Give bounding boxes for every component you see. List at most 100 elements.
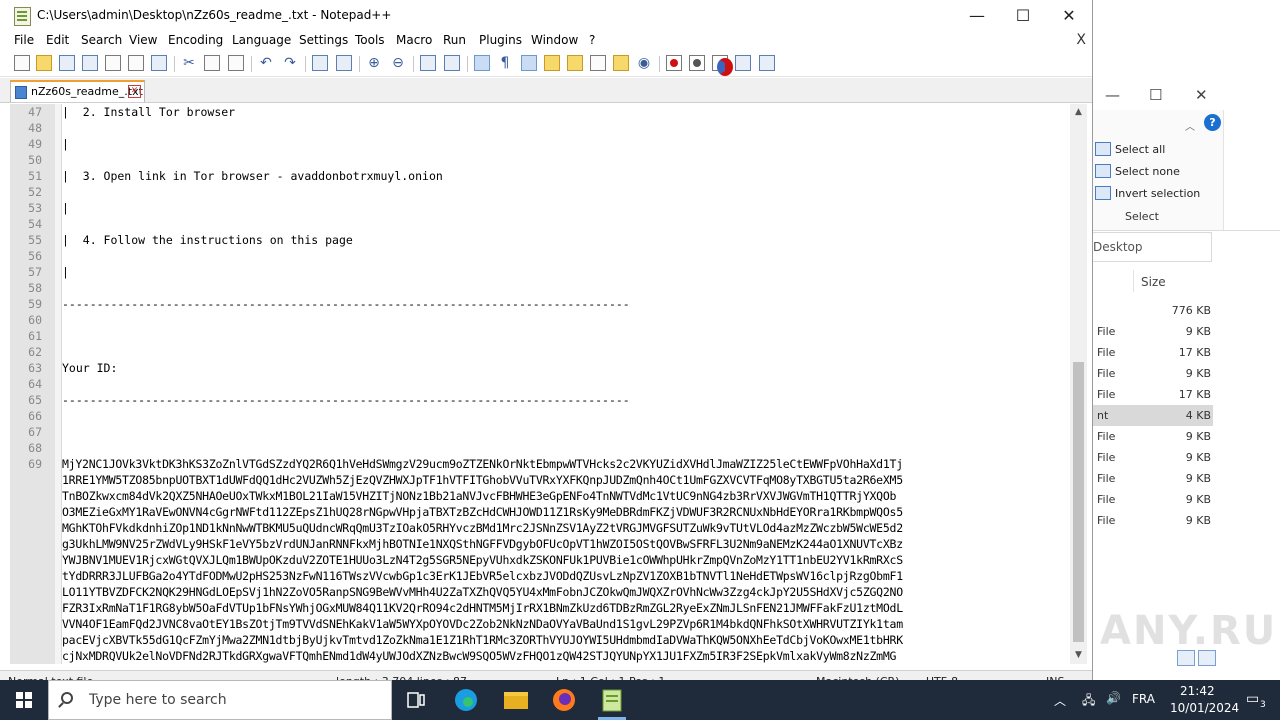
menu-encoding[interactable]: Encoding xyxy=(168,33,223,47)
open-file-icon[interactable] xyxy=(36,55,52,71)
file-row[interactable]: File 17 KB xyxy=(1093,384,1213,405)
column-header-size[interactable]: Size xyxy=(1141,275,1166,289)
clock-date[interactable]: 10/01/2024 xyxy=(1170,701,1239,715)
editor-content[interactable]: | 2. Install Tor browser | | 3. Open link … xyxy=(62,104,1074,664)
file-type: File xyxy=(1097,451,1116,464)
menu-search[interactable]: Search xyxy=(81,33,122,47)
redo-icon[interactable]: ↷ xyxy=(282,55,298,71)
minimize-button[interactable]: — xyxy=(954,0,1000,31)
taskbar-search-box[interactable]: Type here to search xyxy=(48,680,392,720)
menu-plugins[interactable]: Plugins xyxy=(479,33,522,47)
function-list-icon[interactable] xyxy=(590,55,606,71)
indent-guide-icon[interactable] xyxy=(521,55,537,71)
file-row[interactable]: File 9 KB xyxy=(1093,489,1213,510)
id-text-line: O3MEZieGxMY1RaVEwONVN4cGgrNWFtd112ZEpsZ1… xyxy=(62,505,903,519)
file-size: 9 KB xyxy=(1185,430,1211,443)
save-macro-icon[interactable] xyxy=(759,55,775,71)
sync-vertical-icon[interactable] xyxy=(420,55,436,71)
firefox-icon[interactable] xyxy=(544,684,584,716)
code-line: | 4. Follow the instructions on this pag… xyxy=(62,233,353,247)
close-file-icon[interactable] xyxy=(105,55,121,71)
network-icon[interactable]: 🖧 xyxy=(1082,691,1095,712)
invert-selection-button[interactable]: Invert selection xyxy=(1095,186,1200,200)
file-row[interactable]: File 9 KB xyxy=(1093,447,1213,468)
select-none-button[interactable]: Select none xyxy=(1095,164,1180,178)
file-row[interactable]: File 9 KB xyxy=(1093,321,1213,342)
collapse-ribbon-chevron-icon[interactable]: ︿ xyxy=(1185,118,1195,133)
zoom-out-icon[interactable]: ⊖ xyxy=(390,55,406,71)
replace-icon[interactable] xyxy=(336,55,352,71)
doc-map-icon[interactable] xyxy=(567,55,583,71)
scroll-down-icon[interactable]: ▼ xyxy=(1070,647,1087,664)
find-icon[interactable] xyxy=(312,55,328,71)
file-row[interactable]: File 9 KB xyxy=(1093,510,1213,531)
zoom-in-icon[interactable]: ⊕ xyxy=(366,55,382,71)
select-all-button[interactable]: Select all xyxy=(1095,142,1165,156)
save-icon[interactable] xyxy=(59,55,75,71)
start-button[interactable] xyxy=(0,680,48,720)
menu-window[interactable]: Window xyxy=(531,33,578,47)
udl-icon[interactable] xyxy=(544,55,560,71)
show-hidden-icons-chevron-icon[interactable]: ︿ xyxy=(1054,692,1066,709)
file-type: File xyxy=(1097,388,1116,401)
file-row[interactable]: nt 4 KB xyxy=(1093,405,1213,426)
task-view-icon[interactable] xyxy=(396,684,436,716)
stop-recording-icon[interactable] xyxy=(689,55,705,71)
monitoring-eye-icon[interactable]: ◉ xyxy=(636,55,652,71)
menu-view[interactable]: View xyxy=(129,33,157,47)
line-number: 65 xyxy=(28,393,42,407)
notepadpp-taskbar-icon[interactable] xyxy=(592,684,632,720)
copy-icon[interactable] xyxy=(204,55,220,71)
close-document-button[interactable]: X xyxy=(1076,32,1086,48)
file-explorer-icon[interactable] xyxy=(496,684,536,716)
record-macro-icon[interactable] xyxy=(666,55,682,71)
scroll-up-icon[interactable]: ▲ xyxy=(1070,104,1087,121)
edge-browser-icon[interactable] xyxy=(446,684,486,716)
close-all-icon[interactable] xyxy=(128,55,144,71)
playback-macro-icon[interactable] xyxy=(712,55,733,76)
menu-file[interactable]: File xyxy=(14,33,34,47)
volume-icon[interactable]: 🔊 xyxy=(1106,691,1121,705)
menu-language[interactable]: Language xyxy=(232,33,291,47)
close-tab-icon[interactable]: ✕ xyxy=(128,85,141,98)
vertical-scrollbar[interactable]: ▲ ▼ xyxy=(1070,104,1087,664)
file-row[interactable]: File 17 KB xyxy=(1093,342,1213,363)
tab-readme-file[interactable]: nZz60s_readme_.txt ✕ xyxy=(10,80,145,102)
sync-horizontal-icon[interactable] xyxy=(444,55,460,71)
address-bar[interactable]: Desktop xyxy=(1093,232,1212,262)
notification-center-icon[interactable]: ▭ xyxy=(1246,691,1259,707)
run-macro-multiple-icon[interactable] xyxy=(735,55,751,71)
paste-icon[interactable] xyxy=(228,55,244,71)
input-language[interactable]: FRA xyxy=(1132,692,1155,706)
save-all-icon[interactable] xyxy=(82,55,98,71)
id-text-line: VVN4OF1EamFQd2JVNC8vaOtEY1BsZOtjTm9TVVdS… xyxy=(62,617,903,631)
file-row[interactable]: 776 KB xyxy=(1093,300,1213,321)
help-icon[interactable]: ? xyxy=(1204,114,1221,131)
cut-icon[interactable]: ✂ xyxy=(181,55,197,71)
undo-icon[interactable]: ↶ xyxy=(258,55,274,71)
maximize-button[interactable]: ☐ xyxy=(1000,0,1046,31)
text-editor[interactable]: 47 48 49 50 51 52 53 54 55 56 57 58 59 60 61 62 63 64 65 66… xyxy=(10,104,1090,664)
folder-as-workspace-icon[interactable] xyxy=(613,55,629,71)
new-file-icon[interactable] xyxy=(14,55,30,71)
print-icon[interactable] xyxy=(151,55,167,71)
menu-settings[interactable]: Settings xyxy=(299,33,348,47)
file-size: 9 KB xyxy=(1185,367,1211,380)
word-wrap-icon[interactable] xyxy=(474,55,490,71)
close-button[interactable]: ✕ xyxy=(1046,0,1092,31)
file-row[interactable]: File 9 KB xyxy=(1093,426,1213,447)
file-row[interactable]: File 9 KB xyxy=(1093,468,1213,489)
clock-time[interactable]: 21:42 xyxy=(1180,684,1215,698)
scrollbar-thumb[interactable] xyxy=(1073,362,1084,642)
minimize-icon[interactable]: — xyxy=(1105,86,1120,104)
menu-macro[interactable]: Macro xyxy=(396,33,432,47)
menu-help[interactable]: ? xyxy=(589,33,595,47)
file-size: 17 KB xyxy=(1178,346,1211,359)
close-icon[interactable]: ✕ xyxy=(1195,86,1208,104)
menu-tools[interactable]: Tools xyxy=(355,33,385,47)
menu-run[interactable]: Run xyxy=(443,33,466,47)
file-row[interactable]: File 9 KB xyxy=(1093,363,1213,384)
maximize-icon[interactable]: ☐ xyxy=(1149,86,1162,104)
show-all-chars-icon[interactable]: ¶ xyxy=(497,55,513,71)
menu-edit[interactable]: Edit xyxy=(46,33,69,47)
